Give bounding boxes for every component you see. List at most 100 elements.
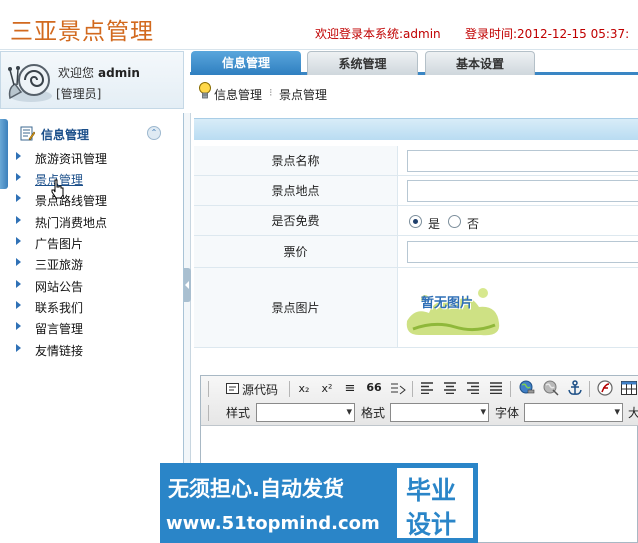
snail-avatar-icon xyxy=(8,64,52,102)
table-icon[interactable] xyxy=(621,381,637,395)
watermark-banner: 无须担心.自动发货 www.51topmind.com 毕业 设计 xyxy=(160,463,478,543)
top-header: 三亚景点管理 欢迎登录本系统:admin 登录时间:2012-12-15 05:… xyxy=(0,0,638,50)
sidebar-item-scenic-spots[interactable]: 景点管理 xyxy=(12,168,177,188)
format-select[interactable] xyxy=(390,403,489,422)
sidebar-item-routes[interactable]: 景点路线管理 xyxy=(12,189,177,209)
arrow-right-icon xyxy=(16,237,21,245)
spot-name-input[interactable] xyxy=(407,150,638,172)
anchor-icon[interactable] xyxy=(567,380,583,396)
toolbar-separator xyxy=(510,381,511,397)
user-greeting: 欢迎您 admin xyxy=(58,66,140,80)
text-direction-icon[interactable] xyxy=(390,382,406,396)
align-right-icon[interactable] xyxy=(466,382,480,394)
form-header-bar xyxy=(194,118,638,140)
no-image-text: 暂无图片 xyxy=(421,296,474,311)
user-panel: 欢迎您 admin [管理员] xyxy=(0,51,184,109)
top-tab-bar: 信息管理 系统管理 基本设置 xyxy=(190,51,638,75)
sidebar-item-sanya-travel[interactable]: 三亚旅游 xyxy=(12,253,177,273)
toolbar-grip xyxy=(208,381,209,397)
lightbulb-icon xyxy=(199,82,211,99)
tab-system-management[interactable]: 系统管理 xyxy=(307,51,418,75)
align-justify-icon[interactable] xyxy=(489,382,503,394)
arrow-right-icon xyxy=(16,301,21,309)
free-yes-radio[interactable] xyxy=(409,215,422,228)
numbered-list-button[interactable]: ≡ xyxy=(343,381,357,399)
sidebar-vertical-tab[interactable] xyxy=(0,119,8,189)
form-row-location: 景点地点 xyxy=(194,176,638,206)
form-row-price: 票价 xyxy=(194,236,638,268)
ticket-price-input[interactable] xyxy=(407,241,638,263)
form-row-image: 景点图片 暂无图片 xyxy=(194,268,638,348)
sidebar-item-messages[interactable]: 留言管理 xyxy=(12,317,177,337)
align-center-icon[interactable] xyxy=(443,382,457,394)
collapse-icon[interactable]: ⌃ xyxy=(147,126,161,140)
superscript-button[interactable]: x² xyxy=(320,382,334,400)
tab-basic-settings[interactable]: 基本设置 xyxy=(425,51,535,75)
free-radio-group: 是 否 xyxy=(407,211,517,231)
label-spot-image: 景点图片 xyxy=(194,268,398,347)
label-is-free: 是否免费 xyxy=(194,206,398,235)
style-select[interactable] xyxy=(256,403,355,422)
align-left-icon[interactable] xyxy=(420,382,434,394)
sidebar-item-ads[interactable]: 广告图片 xyxy=(12,232,177,252)
sidebar-item-hot-spots[interactable]: 热门消费地点 xyxy=(12,211,177,231)
breadcrumb-info-management[interactable]: 信息管理 xyxy=(214,86,262,103)
sidebar-menu-header[interactable]: 信息管理 ⌃ xyxy=(12,123,182,145)
free-yes-label: 是 xyxy=(428,217,441,231)
sidebar-item-travel-news[interactable]: 旅游资讯管理 xyxy=(12,147,177,167)
free-no-radio[interactable] xyxy=(448,215,461,228)
user-name: admin xyxy=(98,66,140,80)
blockquote-button[interactable]: 66 xyxy=(366,381,382,399)
sidebar-item-contact[interactable]: 联系我们 xyxy=(12,296,177,316)
watermark-badge: 毕业 设计 xyxy=(397,468,473,539)
collapse-sidebar-button[interactable] xyxy=(184,268,191,302)
toolbar-separator xyxy=(412,381,413,397)
breadcrumb-separator: ⁝ xyxy=(269,86,273,99)
label-ticket-price: 票价 xyxy=(194,236,398,267)
no-image-placeholder[interactable]: 暂无图片 xyxy=(405,277,501,339)
editor-toolbar: 源代码 x₂ x² ≡ 66 样式 ▾ 格式 ▾ 字体 ▾ 大 xyxy=(201,376,638,426)
sidebar-item-notices[interactable]: 网站公告 xyxy=(12,275,177,295)
font-label: 字体 xyxy=(495,406,520,420)
subscript-button[interactable]: x₂ xyxy=(297,382,311,400)
watermark-badge-line2: 设计 xyxy=(406,510,457,539)
unlink-icon[interactable] xyxy=(543,380,559,396)
watermark-badge-line1: 毕业 xyxy=(406,476,457,505)
watermark-url: www.51topmind.com xyxy=(166,513,380,534)
label-spot-name: 景点名称 xyxy=(194,146,398,175)
arrow-right-icon xyxy=(16,280,21,288)
user-role: [管理员] xyxy=(56,87,102,101)
login-time: 登录时间:2012-12-15 05:37: xyxy=(465,27,630,41)
breadcrumb: 信息管理 ⁝ 景点管理 xyxy=(190,78,638,108)
document-edit-icon xyxy=(20,126,35,141)
font-select[interactable] xyxy=(524,403,623,422)
welcome-message: 欢迎登录本系统:admin xyxy=(315,27,441,41)
arrow-right-icon xyxy=(16,152,21,160)
size-label: 大 xyxy=(628,406,638,420)
arrow-right-icon xyxy=(16,344,21,352)
flash-icon[interactable] xyxy=(597,380,613,396)
arrow-right-icon xyxy=(16,194,21,202)
arrow-right-icon xyxy=(16,173,21,181)
source-code-icon xyxy=(226,383,239,394)
watermark-slogan: 无须担心.自动发货 xyxy=(168,477,344,501)
arrow-right-icon xyxy=(16,216,21,224)
hand-cursor-icon xyxy=(51,179,64,199)
sidebar-menu-title: 信息管理 xyxy=(41,128,90,142)
toolbar-separator xyxy=(289,381,290,397)
form-row-name: 景点名称 xyxy=(194,146,638,176)
form-row-free: 是否免费 是 否 xyxy=(194,206,638,236)
spot-location-input[interactable] xyxy=(407,180,638,202)
breadcrumb-scenic-management[interactable]: 景点管理 xyxy=(279,86,327,103)
source-code-button[interactable]: 源代码 xyxy=(242,381,278,399)
arrow-right-icon xyxy=(16,322,21,330)
app-title: 三亚景点管理 xyxy=(10,19,154,45)
format-label: 格式 xyxy=(361,406,386,420)
link-globe-icon[interactable] xyxy=(519,380,535,396)
style-label: 样式 xyxy=(226,406,251,420)
tab-info-management[interactable]: 信息管理 xyxy=(191,51,301,75)
toolbar-grip xyxy=(208,405,209,421)
arrow-right-icon xyxy=(16,258,21,266)
sidebar-item-links[interactable]: 友情链接 xyxy=(12,339,177,359)
label-spot-location: 景点地点 xyxy=(194,176,398,205)
